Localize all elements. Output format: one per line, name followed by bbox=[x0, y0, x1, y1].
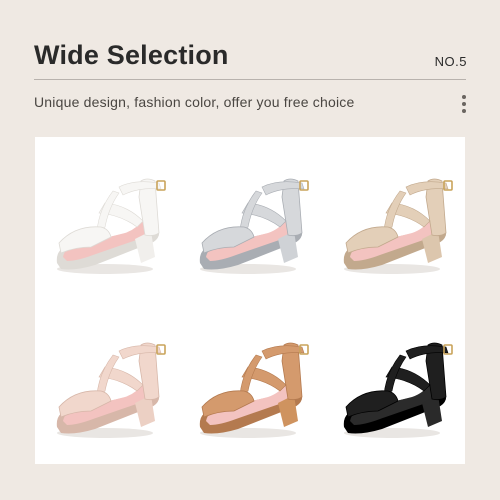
sandal-grid bbox=[35, 137, 465, 464]
page-subtitle: Unique design, fashion color, offer you … bbox=[34, 94, 355, 110]
sandal-white[interactable] bbox=[35, 137, 178, 300]
section-number-badge: NO.5 bbox=[434, 54, 467, 69]
product-panel bbox=[35, 137, 465, 464]
more-vertical-icon[interactable] bbox=[462, 95, 466, 113]
title-divider bbox=[34, 79, 466, 80]
sandal-nude-pink[interactable] bbox=[35, 301, 178, 464]
sandal-black[interactable] bbox=[322, 301, 465, 464]
sandal-tan[interactable] bbox=[178, 301, 321, 464]
sandal-silver-glitter[interactable] bbox=[178, 137, 321, 300]
sandal-champagne-glitter[interactable] bbox=[322, 137, 465, 300]
page-title: Wide Selection bbox=[34, 40, 229, 70]
